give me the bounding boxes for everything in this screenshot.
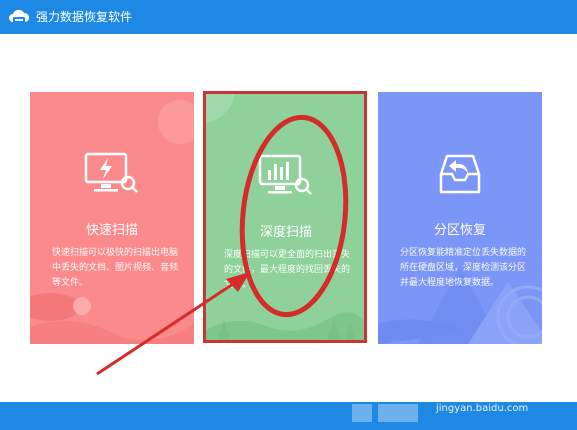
partition-recovery-card[interactable]: 分区恢复 分区恢复能精准定位丢失数据的所在硬盘区域，深度检测该分区并最大程度地恢…	[378, 92, 542, 344]
card-background-decoration	[378, 267, 542, 344]
partition-recovery-description: 分区恢复能精准定位丢失数据的所在硬盘区域，深度检测该分区并最大程度地恢复数据。	[400, 248, 527, 288]
monitor-flash-search-icon	[84, 152, 138, 193]
title-bar: 强力数据恢复软件	[0, 0, 577, 34]
watermark-logo: Bai 经验	[426, 375, 503, 395]
partition-recovery-label: 分区恢复	[433, 223, 486, 238]
card-background-decoration	[30, 100, 194, 344]
cloud-drive-icon	[9, 9, 30, 23]
quick-scan-label: 快速扫描	[85, 223, 138, 238]
window-title: 强力数据恢复软件	[36, 10, 133, 24]
quick-scan-card[interactable]: 快速扫描 快速扫描可以极快的扫描出电脑中丢失的文档、图片视频、音频等文件。	[30, 92, 194, 344]
highlight-rectangle	[203, 91, 367, 343]
quick-scan-description: 快速扫描可以极快的扫描出电脑中丢失的文档、图片视频、音频等文件。	[52, 248, 179, 288]
tray-restore-icon	[439, 154, 481, 194]
blurred-region	[352, 404, 372, 422]
watermark-url: jingyan.baidu.com	[436, 403, 529, 414]
blurred-region	[378, 404, 418, 422]
